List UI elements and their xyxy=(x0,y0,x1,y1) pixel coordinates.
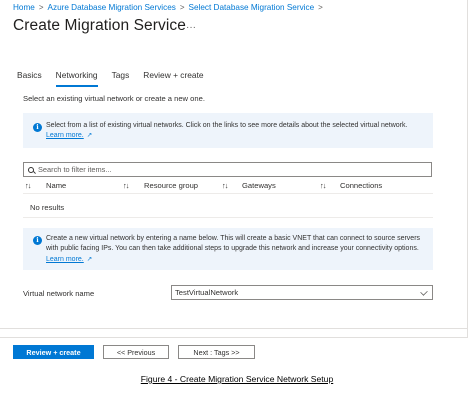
breadcrumb-select-dms[interactable]: Select Database Migration Service xyxy=(189,3,315,12)
vnet-name-label: Virtual network name xyxy=(23,289,95,298)
sort-arrows-icon[interactable]: ↑↓ xyxy=(25,181,31,190)
tab-basics[interactable]: Basics xyxy=(17,70,42,87)
breadcrumb-home[interactable]: Home xyxy=(13,3,35,12)
vnet-grid-header: ↑↓ Name ↑↓ Resource group ↑↓ Gateways ↑↓… xyxy=(23,181,433,194)
next-tags-button[interactable]: Next : Tags >> xyxy=(178,345,255,359)
grid-empty-message: No results xyxy=(30,203,65,212)
tab-tags[interactable]: Tags xyxy=(112,70,130,87)
sort-arrows-icon[interactable]: ↑↓ xyxy=(123,181,129,190)
networking-intro: Select an existing virtual network or cr… xyxy=(23,94,205,103)
filter-box xyxy=(23,162,432,177)
checkmark-icon xyxy=(420,288,428,296)
breadcrumb-separator: > xyxy=(38,3,44,12)
vnet-name-input[interactable] xyxy=(172,288,412,297)
page-title: Create Migration Service xyxy=(13,17,186,34)
tab-networking[interactable]: Networking xyxy=(55,70,98,87)
new-vnet-learn-more-link[interactable]: Learn more. xyxy=(46,256,84,263)
info-icon: i xyxy=(33,236,42,245)
breadcrumb-separator: > xyxy=(318,3,323,12)
column-header-gateways[interactable]: Gateways xyxy=(242,181,276,190)
portal-blade: Home > Azure Database Migration Services… xyxy=(0,0,468,338)
column-header-name[interactable]: Name xyxy=(46,181,66,190)
previous-button[interactable]: << Previous xyxy=(103,345,169,359)
review-create-button[interactable]: Review + create xyxy=(13,345,94,359)
search-icon xyxy=(28,166,34,173)
footer-divider xyxy=(0,328,468,329)
existing-vnet-info-box: i Select from a list of existing virtual… xyxy=(23,113,433,148)
breadcrumb: Home > Azure Database Migration Services… xyxy=(13,3,327,12)
breadcrumb-separator: > xyxy=(179,3,185,12)
tab-review-create[interactable]: Review + create xyxy=(143,70,203,87)
column-header-connections[interactable]: Connections xyxy=(340,181,382,190)
sort-arrows-icon[interactable]: ↑↓ xyxy=(222,181,228,190)
sort-arrows-icon[interactable]: ↑↓ xyxy=(320,181,326,190)
filter-input[interactable] xyxy=(38,165,418,174)
existing-vnet-learn-more-link[interactable]: Learn more. xyxy=(46,132,84,139)
external-link-icon: ↗ xyxy=(86,255,93,263)
vnet-name-field xyxy=(171,285,433,300)
info-icon: i xyxy=(33,123,42,132)
column-header-resource-group[interactable]: Resource group xyxy=(144,181,198,190)
new-vnet-info-box: i Create a new virtual network by enteri… xyxy=(23,228,433,270)
tab-bar: Basics Networking Tags Review + create xyxy=(17,70,218,87)
figure-caption: Figure 4 - Create Migration Service Netw… xyxy=(140,374,334,384)
new-vnet-info-text: Create a new virtual network by entering… xyxy=(46,235,421,253)
breadcrumb-azure-dms[interactable]: Azure Database Migration Services xyxy=(48,3,176,12)
more-options-icon[interactable]: ··· xyxy=(186,22,196,33)
existing-vnet-info-text: Select from a list of existing virtual n… xyxy=(46,122,408,129)
external-link-icon: ↗ xyxy=(86,132,93,140)
grid-divider xyxy=(23,217,433,218)
